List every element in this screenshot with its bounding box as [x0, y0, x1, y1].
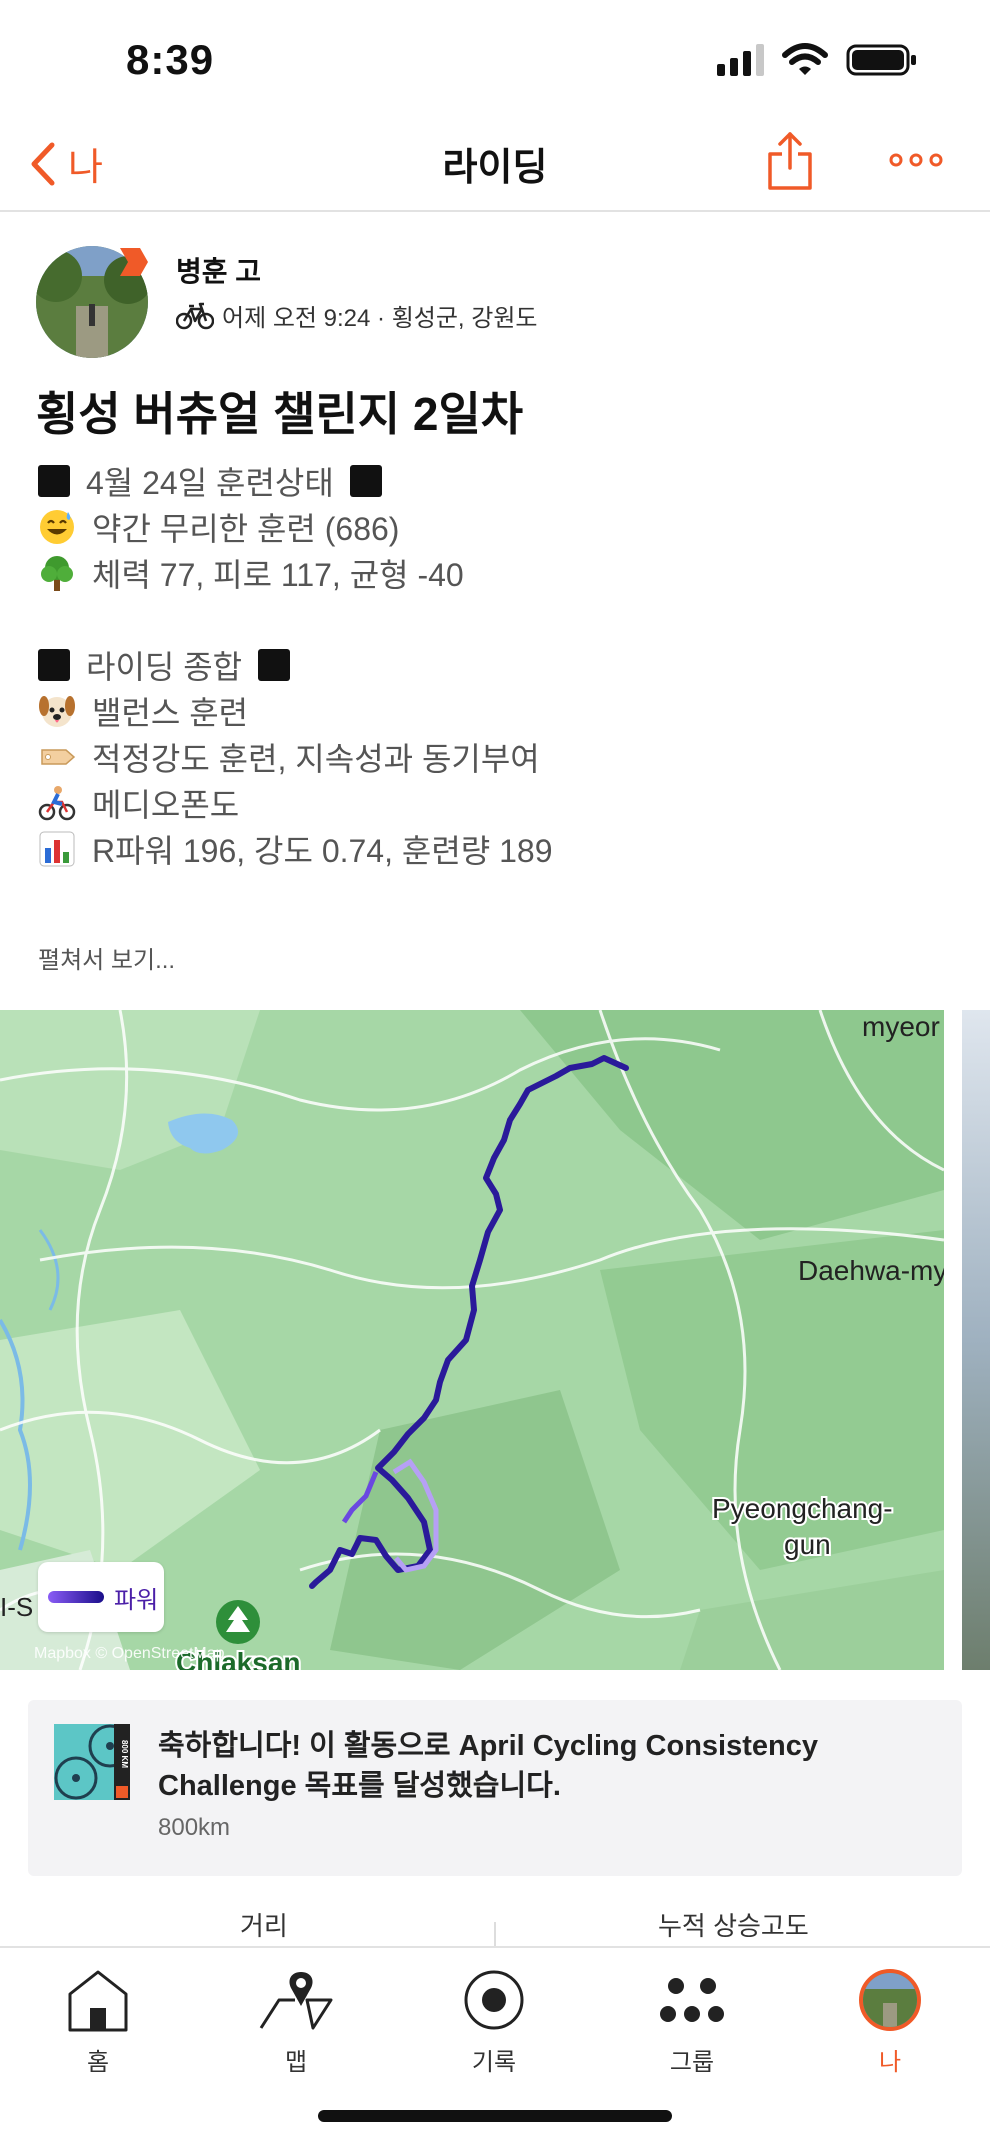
status-bar: 8:39 — [0, 0, 990, 112]
desc-line-zone: 메디오폰도 — [38, 780, 958, 826]
stat-distance-label: 거리 — [240, 1911, 288, 1941]
desc-text: 4월 24일 훈련상태 — [86, 465, 334, 501]
tree-emoji-icon — [41, 556, 73, 591]
desc-text: 밸런스 훈련 — [92, 695, 249, 731]
challenge-distance: 800km — [158, 1814, 231, 1841]
tab-you[interactable]: 나 — [830, 1964, 950, 2077]
map-label-left: I-S — [0, 1592, 33, 1622]
stat-divider — [494, 1922, 496, 1948]
desc-text: 메디오폰도 — [92, 787, 240, 823]
desc-text: 라이딩 종합 — [86, 649, 243, 685]
cellular-signal-icon — [717, 44, 764, 76]
home-indicator — [318, 2110, 672, 2122]
map-pin-icon — [259, 1972, 333, 2030]
page-title: 라이딩 — [442, 147, 548, 189]
cyclist-emoji-icon — [38, 786, 76, 821]
athlete-name[interactable]: 병훈 고 — [176, 250, 261, 290]
tab-groups[interactable]: 그룹 — [632, 1964, 752, 2077]
map-label-myeon: myeor — [862, 1011, 940, 1042]
black-square-icon — [38, 465, 70, 497]
map-attribution: Mapbox © OpenStreetMap — [34, 1645, 225, 1662]
groups-icon — [660, 1978, 724, 2022]
profile-avatar — [859, 1969, 921, 2031]
black-square-icon — [38, 649, 70, 681]
tab-label: 홈 — [86, 2049, 110, 2076]
desc-text: 약간 무리한 훈련 (686) — [92, 511, 400, 547]
label-tag-emoji-icon — [41, 749, 76, 765]
tab-label: 그룹 — [669, 2049, 715, 2076]
sweat-smile-emoji-icon — [40, 510, 74, 544]
photo-preview-strip[interactable] — [962, 1010, 990, 1670]
desc-line-fitness: 체력 77, 피로 117, 균형 -40 — [38, 550, 958, 596]
desc-line-type: 밸런스 훈련 — [38, 688, 958, 734]
map-label-gun: gun — [784, 1529, 831, 1560]
nav-bar: 나 라이딩 — [0, 112, 990, 212]
power-gradient-icon — [48, 1591, 104, 1603]
share-icon[interactable] — [764, 128, 816, 192]
desc-text: 적정강도 훈련, 지속성과 동기부여 — [92, 741, 540, 777]
map-label-pyeongchang: Pyeongchang- — [712, 1493, 893, 1524]
legend-label: 파워 — [114, 1586, 159, 1614]
black-square-icon — [258, 649, 291, 681]
activity-meta: 어제 오전 9:24 · 횡성군, 강원도 — [176, 298, 538, 333]
record-icon — [464, 1970, 524, 2030]
tab-home[interactable]: 홈 — [38, 1964, 158, 2077]
dog-face-emoji-icon — [39, 696, 75, 727]
activity-description: 4월 24일 훈련상태 약간 무리한 훈련 (686) 체력 77, 피로 11… — [38, 458, 958, 872]
read-more-link[interactable]: 펼쳐서 보기... — [38, 940, 175, 975]
desc-section1-header: 4월 24일 훈련상태 — [38, 458, 958, 504]
home-icon — [68, 1970, 128, 2032]
map-label-daehwa: Daehwa-my — [798, 1255, 944, 1286]
black-square-icon — [349, 465, 382, 497]
stat-elevation-label: 누적 상승고도 — [658, 1911, 809, 1941]
tab-label: 나 — [878, 2049, 902, 2076]
map-legend: 파워 — [38, 1562, 164, 1632]
tab-label: 맵 — [284, 2049, 308, 2076]
tab-maps[interactable]: 맵 — [236, 1964, 356, 2077]
desc-text: R파워 196, 강도 0.74, 훈련량 189 — [92, 833, 553, 869]
desc-line-tag: 적정강도 훈련, 지속성과 동기부여 — [38, 734, 958, 780]
subscriber-badge-icon — [120, 248, 148, 276]
tab-record[interactable]: 기록 — [434, 1964, 554, 2077]
more-options-icon[interactable] — [886, 134, 946, 184]
activity-title: 횡성 버츄얼 챌린지 2일차 — [36, 388, 524, 440]
tab-label: 기록 — [471, 2049, 517, 2076]
status-time: 8:39 — [126, 36, 215, 83]
back-label: 나 — [68, 147, 103, 189]
chevron-left-icon — [31, 142, 55, 185]
desc-line-power: R파워 196, 강도 0.74, 훈련량 189 — [38, 826, 958, 872]
badge-text: 800 KM — [120, 1740, 129, 1768]
bar-chart-emoji-icon — [39, 831, 75, 867]
wifi-icon — [782, 43, 828, 75]
bike-icon — [176, 302, 214, 329]
desc-line-effort: 약간 무리한 훈련 (686) — [38, 504, 958, 550]
desc-section2-header: 라이딩 종합 — [38, 642, 958, 688]
desc-spacer — [38, 596, 958, 642]
challenge-message: 축하합니다! 이 활동으로 April Cycling Consistency … — [158, 1730, 818, 1802]
activity-meta-text: 어제 오전 9:24 · 횡성군, 강원도 — [222, 305, 538, 332]
desc-text: 체력 77, 피로 117, 균형 -40 — [92, 557, 464, 593]
battery-icon — [846, 44, 916, 76]
back-button[interactable]: 나 — [30, 136, 103, 191]
challenge-achievement-card[interactable]: 800 KM 축하합니다! 이 활동으로 April Cycling Consi… — [28, 1700, 962, 1876]
challenge-badge-icon: 800 KM — [54, 1724, 130, 1800]
status-icons — [717, 40, 918, 80]
